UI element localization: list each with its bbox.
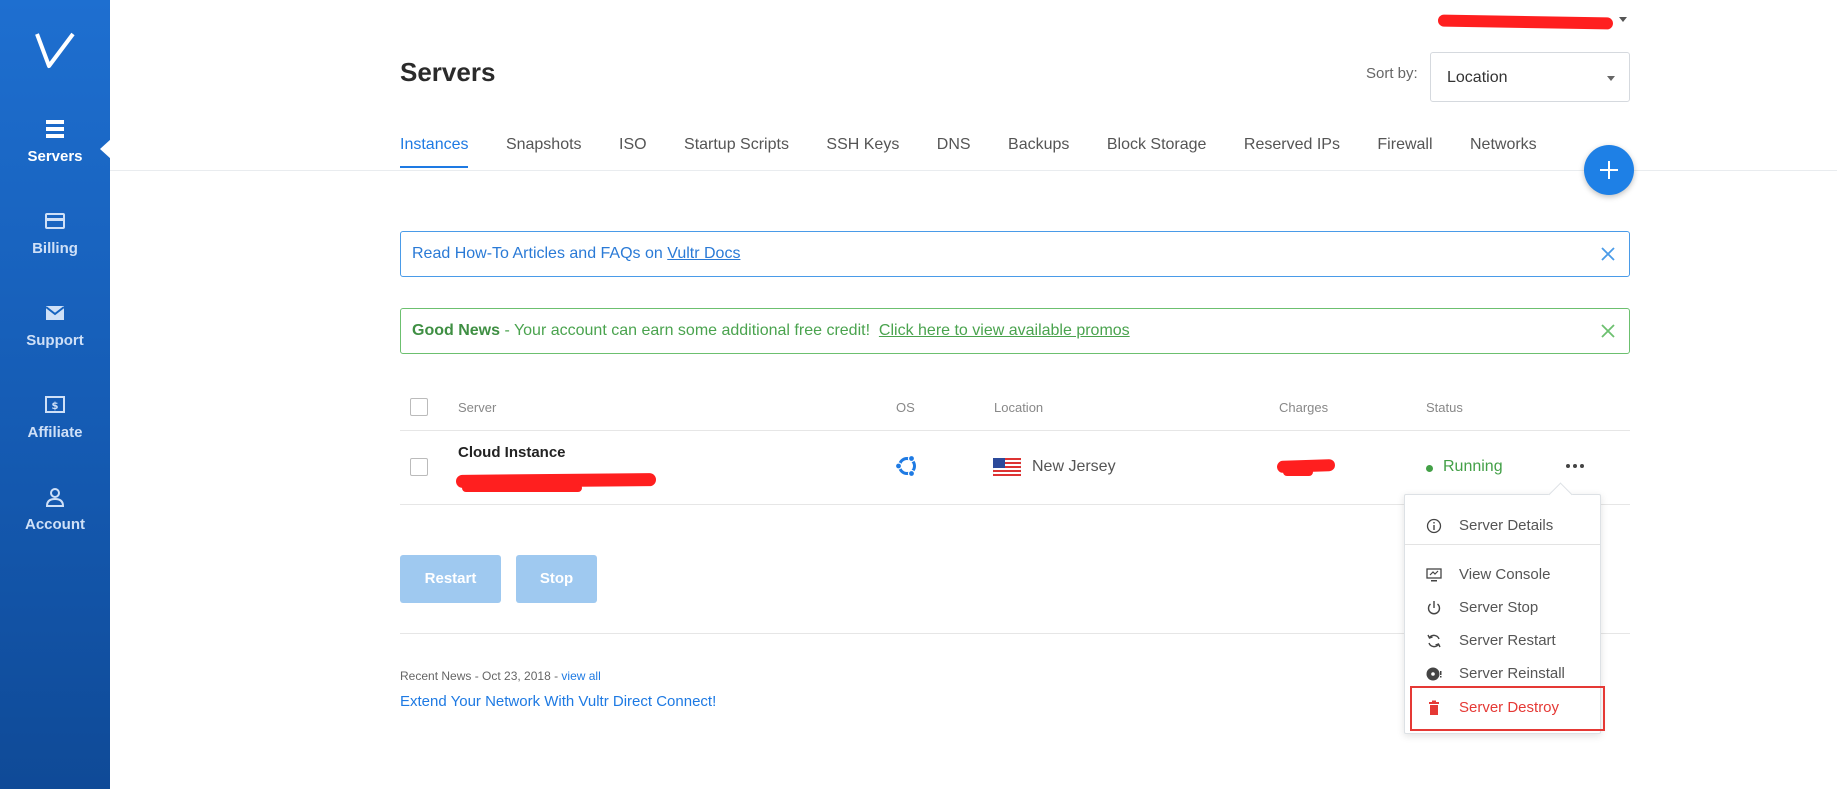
tab-reserved-ips[interactable]: Reserved IPs [1244, 136, 1340, 166]
stop-button[interactable]: Stop [516, 555, 597, 603]
promo-alert: Good News - Your account can earn some a… [400, 308, 1630, 354]
menu-item-label: Server Reinstall [1459, 665, 1565, 682]
tab-backups[interactable]: Backups [1008, 136, 1069, 166]
monitor-icon [1426, 568, 1442, 582]
promo-alert-title: Good News [412, 322, 501, 339]
redacted-username [1437, 14, 1614, 30]
sidebar-item-servers[interactable]: Servers [0, 118, 110, 188]
info-circle-icon [1426, 518, 1442, 534]
page-title: Servers [400, 57, 496, 87]
redacted-server-ip-tail [462, 484, 582, 492]
column-header-location: Location [994, 400, 1044, 415]
sort-select[interactable]: Location [1430, 52, 1630, 102]
menu-divider [1405, 544, 1600, 545]
user-icon [45, 488, 65, 507]
column-header-server: Server [458, 400, 497, 415]
docs-alert: Read How-To Articles and FAQs on Vultr D… [400, 231, 1630, 277]
column-header-os: OS [896, 400, 915, 415]
envelope-icon [45, 306, 65, 320]
user-menu[interactable] [1437, 12, 1628, 32]
menu-item-label: View Console [1459, 566, 1551, 583]
menu-item-server-restart[interactable]: Server Restart [1405, 625, 1600, 657]
restart-button[interactable]: Restart [400, 555, 501, 603]
credit-card-icon [45, 213, 65, 229]
sidebar-item-account[interactable]: Account [0, 486, 110, 556]
view-promos-link[interactable]: Click here to view available promos [879, 322, 1130, 339]
chevron-down-icon [1619, 17, 1627, 22]
tab-block-storage[interactable]: Block Storage [1107, 136, 1207, 166]
docs-alert-text: Read How-To Articles and FAQs on Vultr D… [412, 245, 740, 263]
menu-item-view-console[interactable]: View Console [1405, 559, 1600, 591]
sidebar-item-label: Account [25, 516, 85, 533]
dollar-bill-icon: $ [45, 396, 65, 413]
tab-networks[interactable]: Networks [1470, 136, 1537, 166]
server-location: New Jersey [1032, 458, 1116, 475]
tab-snapshots[interactable]: Snapshots [506, 136, 582, 166]
column-header-status: Status [1426, 400, 1463, 415]
row-checkbox[interactable] [410, 458, 428, 476]
menu-item-server-details[interactable]: Server Details [1405, 510, 1600, 542]
sidebar: Servers Billing Support $ Affiliate Acco… [0, 0, 111, 789]
tab-instances[interactable]: Instances [400, 136, 469, 168]
refresh-icon [1427, 634, 1441, 648]
server-stack-icon [46, 120, 64, 138]
us-flag-icon [993, 458, 1021, 476]
vultr-docs-link[interactable]: Vultr Docs [667, 245, 740, 262]
power-icon [1427, 601, 1441, 615]
server-status: Running [1443, 458, 1503, 475]
tab-bar: Instances Snapshots ISO Startup Scripts … [400, 136, 1570, 170]
add-server-button[interactable] [1584, 145, 1634, 195]
select-all-checkbox[interactable] [410, 398, 428, 416]
active-nav-pointer [100, 139, 111, 159]
server-name[interactable]: Cloud Instance [458, 444, 566, 461]
close-icon[interactable] [1599, 322, 1617, 340]
menu-item-label: Server Stop [1459, 599, 1539, 616]
status-indicator-dot [1426, 465, 1433, 472]
redacted-charges-tail [1283, 468, 1313, 476]
vultr-logo[interactable] [33, 30, 77, 70]
more-options-icon[interactable] [1564, 455, 1586, 477]
view-all-news-link[interactable]: view all [561, 669, 600, 683]
sort-label: Sort by: [1366, 65, 1418, 82]
sidebar-item-label: Affiliate [27, 424, 83, 441]
header-divider [110, 170, 1837, 171]
menu-item-label: Server Details [1459, 517, 1554, 534]
table-divider [400, 430, 1630, 431]
sidebar-item-affiliate[interactable]: $ Affiliate [0, 394, 110, 464]
sidebar-item-label: Servers [27, 148, 83, 165]
destroy-highlight-box [1410, 686, 1605, 731]
tab-dns[interactable]: DNS [937, 136, 971, 166]
ubuntu-icon [894, 454, 916, 478]
column-header-charges: Charges [1279, 400, 1329, 415]
tab-iso[interactable]: ISO [619, 136, 647, 166]
sidebar-item-support[interactable]: Support [0, 302, 110, 372]
news-headline-link[interactable]: Extend Your Network With Vultr Direct Co… [400, 693, 716, 710]
sidebar-item-billing[interactable]: Billing [0, 210, 110, 280]
sidebar-item-label: Support [26, 332, 84, 349]
tab-firewall[interactable]: Firewall [1377, 136, 1432, 166]
tab-ssh-keys[interactable]: SSH Keys [826, 136, 899, 166]
disc-icon [1426, 667, 1442, 681]
menu-item-server-stop[interactable]: Server Stop [1405, 592, 1600, 624]
docs-alert-message: Read How-To Articles and FAQs on [412, 245, 668, 262]
promo-alert-message: - Your account can earn some additional … [500, 322, 879, 339]
sidebar-item-label: Billing [32, 240, 78, 257]
close-icon[interactable] [1599, 245, 1617, 263]
chevron-down-icon [1607, 76, 1615, 81]
promo-alert-text: Good News - Your account can earn some a… [412, 322, 1130, 340]
menu-item-label: Server Restart [1459, 632, 1556, 649]
tab-startup-scripts[interactable]: Startup Scripts [684, 136, 789, 166]
sort-select-value: Location [1447, 69, 1508, 86]
recent-news-date: Recent News - Oct 23, 2018 - [400, 669, 562, 683]
svg-text:$: $ [52, 401, 59, 412]
recent-news-meta: Recent News - Oct 23, 2018 - view all [400, 669, 601, 683]
